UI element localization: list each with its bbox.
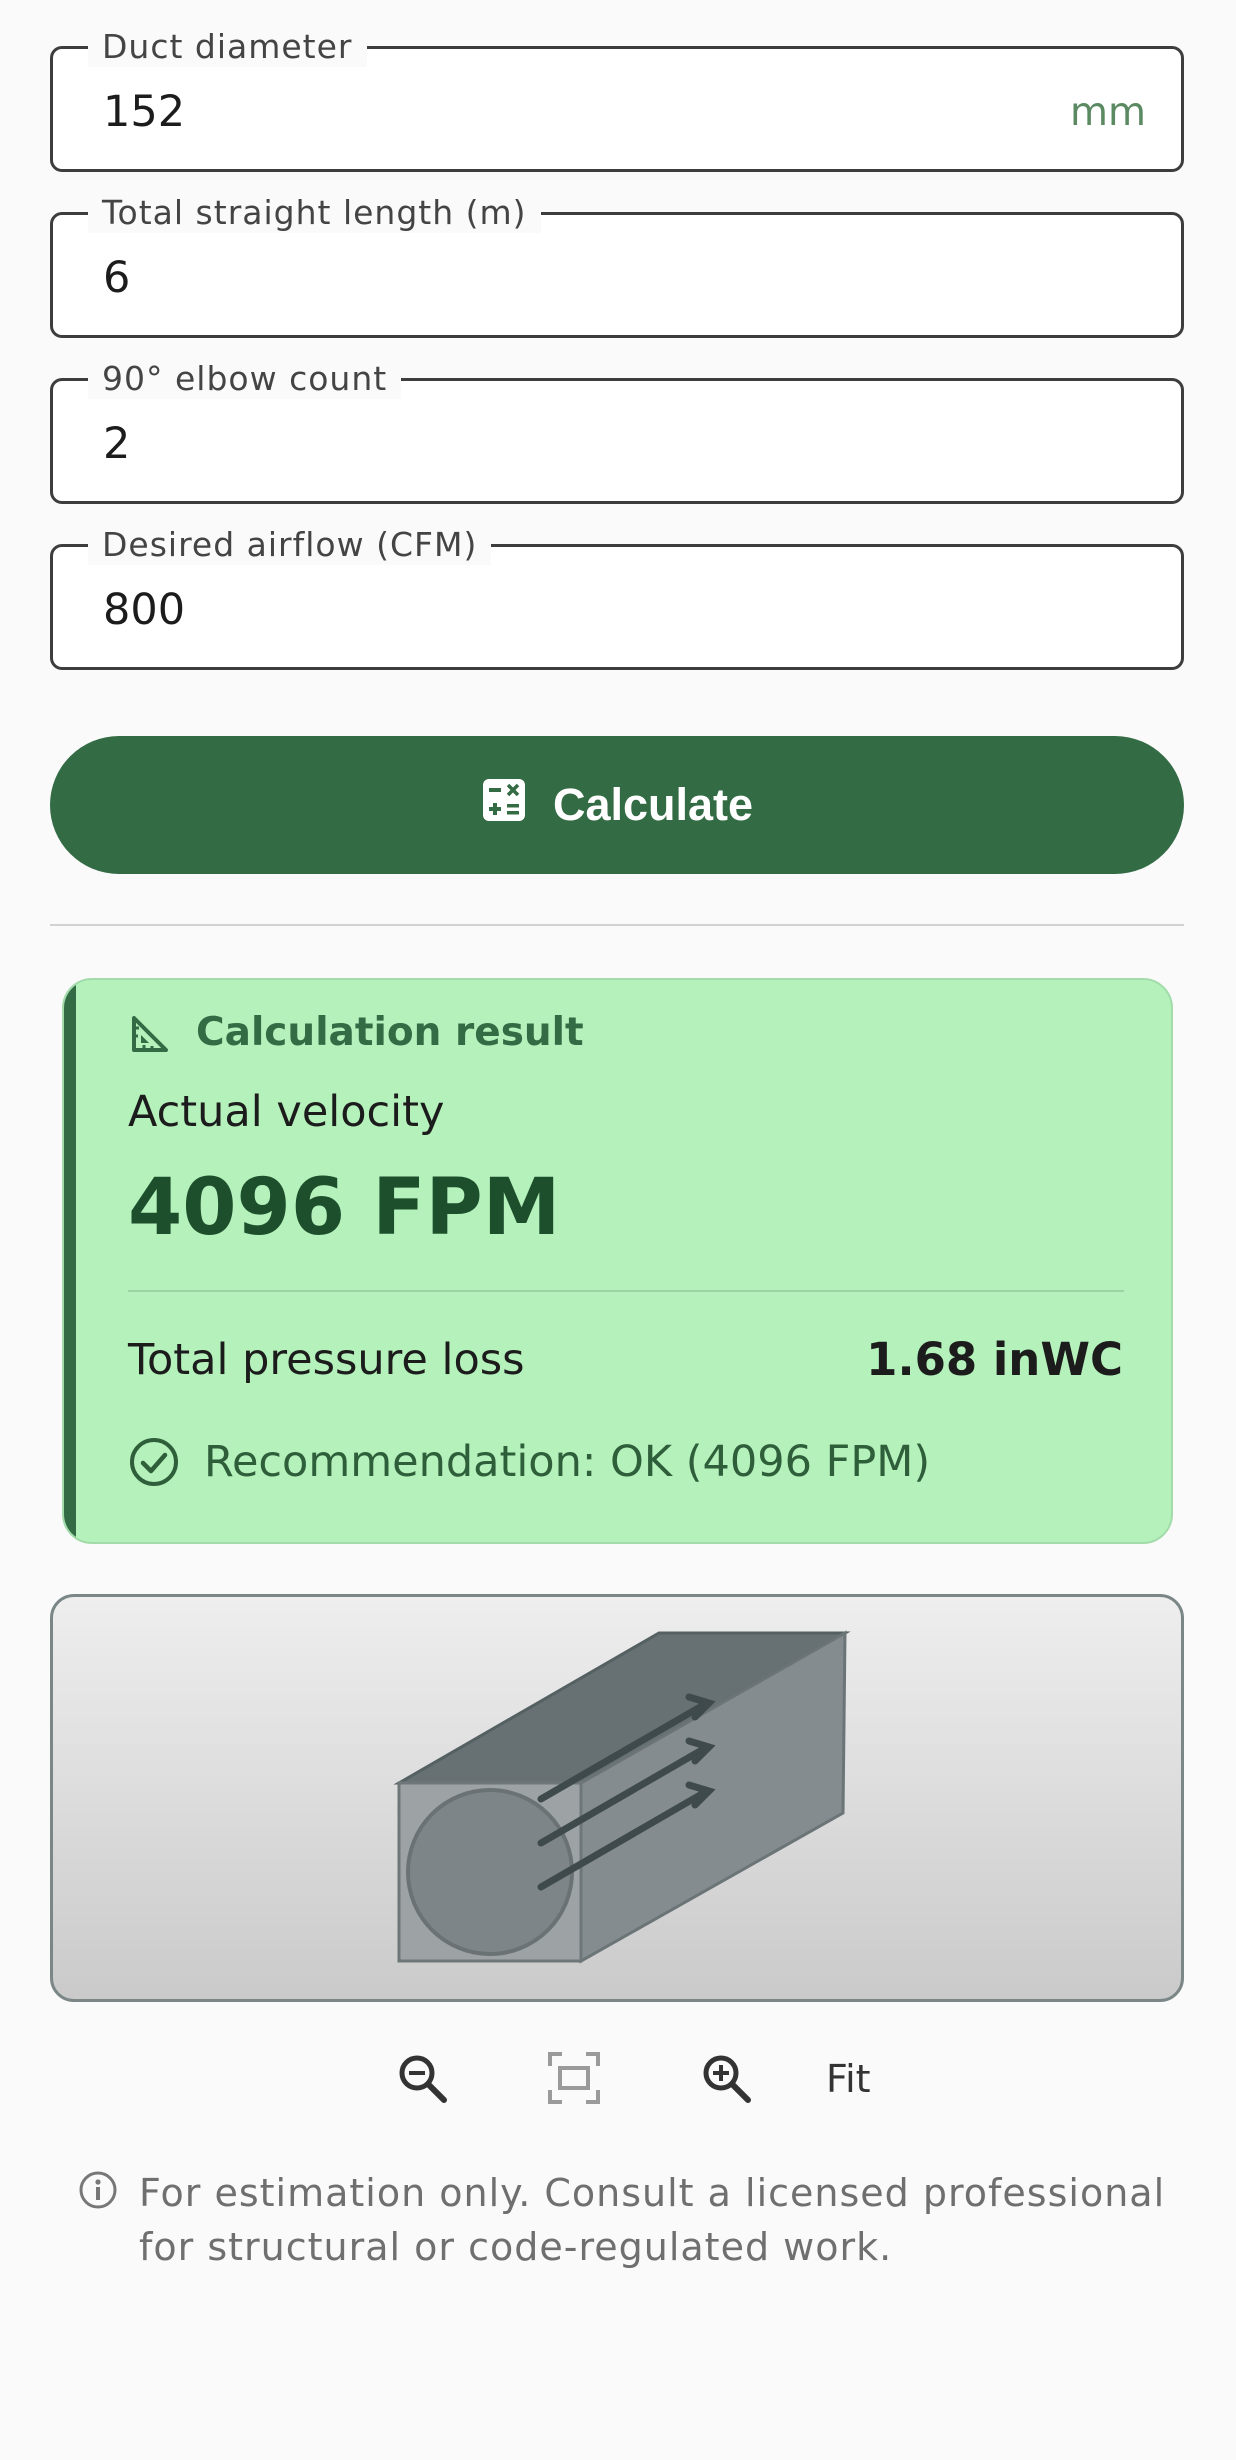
pressure-loss-label: Total pressure loss — [128, 1335, 525, 1385]
zoom-out-icon[interactable] — [394, 2050, 450, 2106]
airflow-input[interactable]: 800 — [103, 585, 185, 635]
duct-3d-viewer[interactable] — [50, 1594, 1184, 2002]
info-icon — [78, 2170, 118, 2214]
result-card-accent — [64, 980, 76, 1542]
velocity-label: Actual velocity — [128, 1087, 445, 1137]
calculate-button[interactable]: Calculate — [50, 736, 1184, 874]
result-card: Calculation result Actual velocity 4096 … — [62, 978, 1173, 1544]
fit-button[interactable]: Fit — [826, 2056, 871, 2102]
section-divider — [50, 924, 1184, 926]
duct-3d-illustration — [393, 1630, 851, 1964]
straight-length-label: Total straight length (m) — [88, 193, 541, 233]
elbow-count-input[interactable]: 2 — [103, 419, 130, 469]
result-title: Calculation result — [196, 1010, 584, 1055]
pressure-loss-value: 1.68 inWC — [866, 1333, 1123, 1386]
airflow-field[interactable]: Desired airflow (CFM) 800 — [50, 525, 1184, 670]
disclaimer-text: For estimation only. Consult a licensed … — [139, 2171, 1166, 2269]
duct-diameter-label: Duct diameter — [88, 27, 367, 67]
duct-diameter-input[interactable]: 152 — [103, 87, 185, 137]
elbow-count-field[interactable]: 90° elbow count 2 — [50, 359, 1184, 504]
check-circle-icon — [128, 1436, 180, 1492]
calculate-button-label: Calculate — [552, 779, 754, 830]
recommendation-text: Recommendation: OK (4096 FPM) — [204, 1437, 931, 1487]
airflow-label: Desired airflow (CFM) — [88, 525, 492, 565]
straight-length-input[interactable]: 6 — [103, 253, 130, 303]
result-divider — [128, 1290, 1124, 1292]
calculator-icon — [481, 777, 527, 834]
zoom-in-icon[interactable] — [698, 2050, 754, 2106]
straight-length-field[interactable]: Total straight length (m) 6 — [50, 193, 1184, 338]
velocity-value: 4096 FPM — [128, 1163, 561, 1253]
duct-diameter-field[interactable]: Duct diameter 152 mm — [50, 27, 1184, 172]
fit-frame-icon[interactable] — [546, 2050, 602, 2106]
set-square-icon — [130, 1014, 170, 1058]
elbow-count-label: 90° elbow count — [88, 359, 402, 399]
duct-diameter-unit: mm — [1070, 90, 1146, 135]
